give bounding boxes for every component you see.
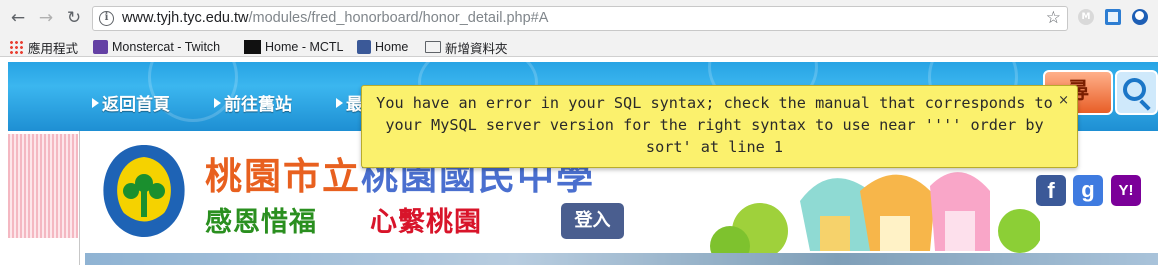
google-share-button[interactable]: g (1073, 175, 1103, 206)
close-icon[interactable]: × (1058, 90, 1069, 112)
address-bar[interactable]: i www.tyjh.tyc.edu.tw/modules/fred_honor… (92, 6, 1068, 31)
bookmark-label: Home - MCTL (265, 40, 344, 54)
school-logo (103, 145, 185, 237)
yahoo-share-button[interactable]: Y! (1111, 175, 1141, 206)
m-extension-icon[interactable]: M (1078, 9, 1094, 25)
nav-latest-link[interactable]: 最 (336, 90, 363, 115)
info-icon[interactable]: i (99, 11, 114, 26)
bookmark-apps[interactable]: 應用程式 (9, 38, 78, 56)
back-arrow-icon[interactable]: ← (8, 8, 28, 28)
twitch-icon (93, 40, 108, 54)
apps-grid-icon (9, 40, 24, 54)
login-button[interactable]: 登入 (561, 203, 624, 239)
decor-stripes (8, 134, 78, 238)
photo-extension-icon[interactable] (1105, 9, 1121, 25)
bookmark-monstercat-twitch[interactable]: Monstercat - Twitch (93, 38, 220, 56)
nav-old-site-link[interactable]: 前往舊站 (214, 90, 292, 115)
url-text[interactable]: www.tyjh.tyc.edu.tw/modules/fred_honorbo… (122, 10, 548, 26)
school-name-part1: 桃園市立 (205, 155, 361, 198)
bookmark-folder[interactable]: 新增資料夾 (425, 38, 508, 56)
bookmark-label: 新增資料夾 (445, 41, 508, 56)
globe-extension-icon[interactable] (1132, 9, 1148, 25)
magnifier-icon[interactable] (1115, 70, 1158, 115)
url-path: /modules/fred_honorboard/honor_detail.ph… (248, 10, 549, 26)
facebook-share-button[interactable]: f (1036, 175, 1066, 206)
bookmark-home-mctl[interactable]: Home - MCTL (244, 38, 343, 56)
bookmark-label: Monstercat - Twitch (112, 40, 221, 54)
facebook-icon (357, 40, 371, 54)
houses-illustration (710, 172, 1040, 261)
bookmark-label: 應用程式 (28, 41, 79, 56)
reload-icon[interactable]: ↻ (64, 8, 84, 28)
forward-arrow-icon[interactable]: → (36, 8, 56, 28)
bookmark-home-facebook[interactable]: Home (357, 38, 408, 56)
nav-home-link[interactable]: 返回首頁 (92, 90, 170, 115)
banner-photo-strip (85, 253, 1158, 265)
folder-icon (425, 41, 441, 53)
url-host: www.tyjh.tyc.edu.tw (122, 10, 249, 26)
sql-error-message: You have an error in your SQL syntax; ch… (376, 94, 1053, 156)
motto-right: 心繫桃園 (370, 207, 482, 238)
mctl-icon (244, 40, 261, 54)
nav-old-site-label: 前往舊站 (224, 95, 292, 115)
nav-home-label: 返回首頁 (102, 95, 170, 115)
sql-error-tooltip: You have an error in your SQL syntax; ch… (361, 85, 1078, 168)
bookmark-star-icon[interactable]: ☆ (1046, 8, 1061, 28)
motto-left: 感恩惜福 (205, 207, 317, 238)
browser-toolbar: ← → ↻ i www.tyjh.tyc.edu.tw/modules/fred… (0, 0, 1158, 37)
bookmark-label: Home (375, 40, 409, 54)
bookmarks-bar: 應用程式 Monstercat - Twitch Home - MCTL Hom… (0, 37, 1158, 57)
